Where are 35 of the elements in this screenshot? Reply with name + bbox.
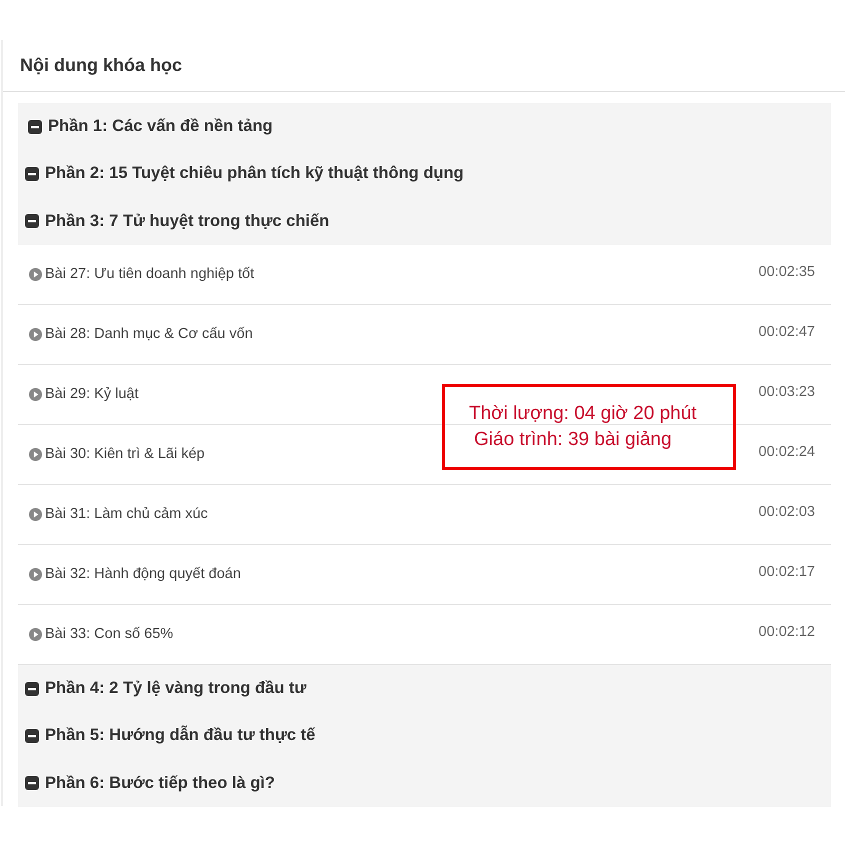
play-icon[interactable] (29, 328, 42, 341)
lesson-duration: 00:02:24 (758, 444, 815, 460)
collapse-icon[interactable] (25, 682, 39, 696)
lesson-title[interactable]: Bài 31: Làm chủ cảm xúc (45, 506, 756, 522)
lesson-duration: 00:02:12 (758, 624, 815, 640)
lesson-duration: 00:03:23 (758, 384, 815, 400)
section-title[interactable]: Phần 5: Hướng dẫn đầu tư thực tế (45, 726, 316, 746)
play-icon[interactable] (29, 508, 42, 521)
lesson-title[interactable]: Bài 27: Ưu tiên doanh nghiệp tốt (45, 266, 756, 282)
lesson-duration: 00:02:03 (758, 504, 815, 520)
lesson-duration: 00:02:47 (758, 324, 815, 340)
section-title[interactable]: Phần 3: 7 Tử huyệt trong thực chiến (45, 212, 330, 231)
collapse-icon[interactable] (28, 120, 42, 134)
lesson-duration: 00:02:17 (758, 564, 815, 580)
play-icon[interactable] (29, 568, 42, 581)
lesson-duration: 00:02:35 (758, 264, 815, 280)
play-icon[interactable] (29, 388, 42, 401)
play-icon[interactable] (29, 448, 42, 461)
play-icon[interactable] (29, 628, 42, 641)
collapse-icon[interactable] (25, 776, 39, 790)
lesson-title[interactable]: Bài 29: Kỷ luật (45, 386, 756, 402)
collapse-icon[interactable] (25, 214, 39, 228)
section-title[interactable]: Phần 2: 15 Tuyệt chiêu phân tích kỹ thuật thông dụng (45, 164, 464, 184)
section-title[interactable]: Phần 6: Bước tiếp theo là gì? (45, 774, 275, 793)
section-title[interactable]: Phần 4: 2 Tỷ lệ vàng trong đầu tư (45, 679, 306, 698)
collapse-icon[interactable] (25, 728, 39, 743)
section-title[interactable]: Phần 1: Các vấn đề nền tảng (48, 117, 273, 136)
callout-text: Giáo trình: 39 bài giảng (474, 428, 673, 452)
play-icon[interactable] (29, 268, 42, 281)
lesson-title[interactable]: Bài 32: Hành động quyết đoán (45, 566, 756, 582)
lesson-title[interactable]: Bài 33: Con số 65% (45, 626, 756, 642)
course-content-heading: Nội dung khóa học (20, 55, 182, 76)
lesson-title[interactable]: Bài 28: Danh mục & Cơ cấu vốn (45, 326, 756, 342)
collapse-icon[interactable] (25, 166, 39, 181)
callout-text: Thời lượng: 04 giờ 20 phút (469, 402, 698, 426)
